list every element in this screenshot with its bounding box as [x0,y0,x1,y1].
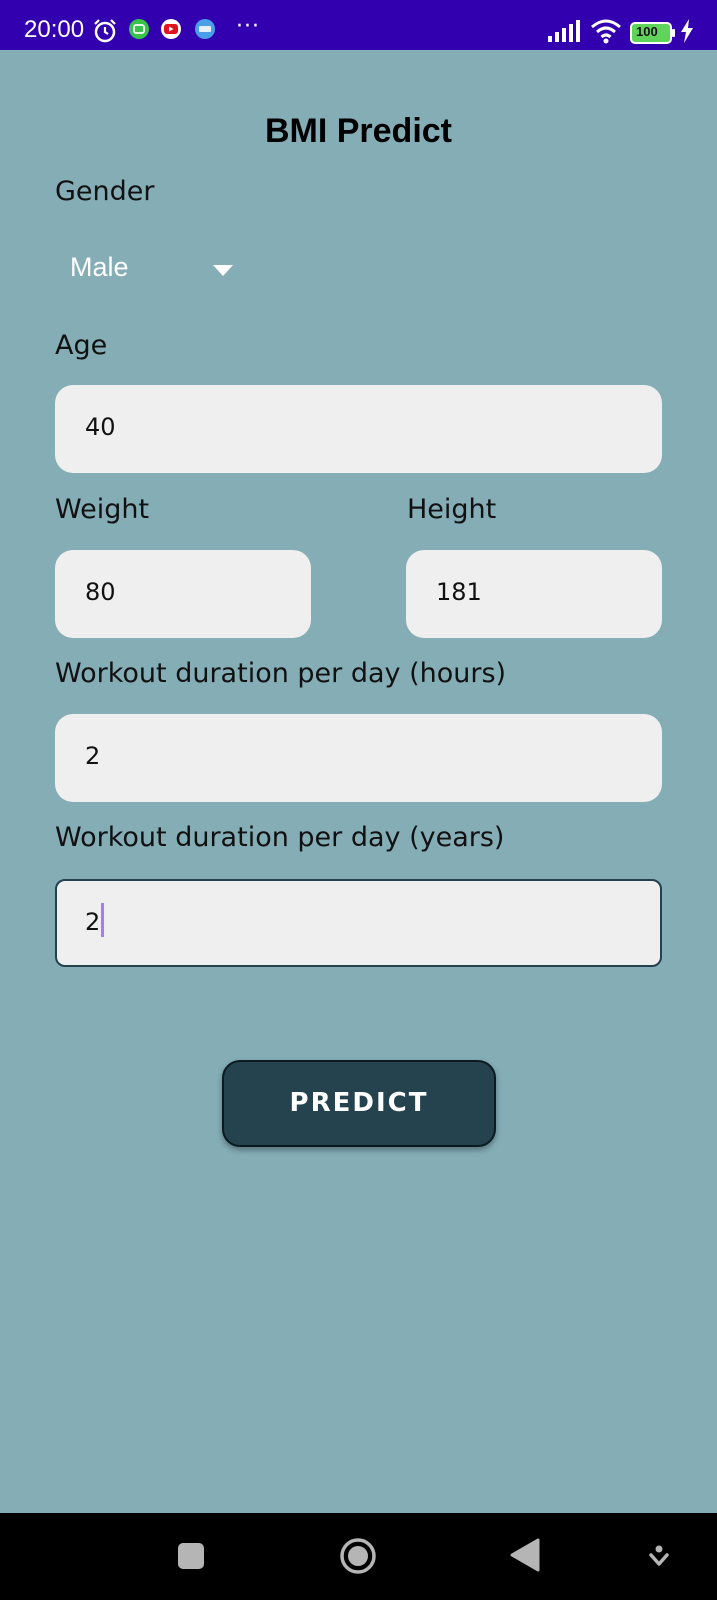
gender-dropdown[interactable]: Male [55,240,245,296]
wifi-icon [590,18,622,48]
workout-hours-value: 2 [85,742,101,770]
height-label: Height [407,494,497,525]
status-bar: 20:00 ··· 100 [0,0,717,50]
back-icon[interactable] [510,1538,540,1576]
youtube-icon [160,18,182,44]
age-input[interactable]: 40 [55,385,662,473]
chevron-down-icon [213,262,233,281]
navigation-bar [0,1513,717,1600]
height-value: 181 [436,578,482,606]
age-value: 40 [85,413,116,441]
weight-value: 80 [85,578,116,606]
workout-hours-input[interactable]: 2 [55,714,662,802]
home-icon[interactable] [339,1537,377,1579]
text-cursor [101,903,105,937]
nav-extra-icon[interactable] [649,1545,669,1571]
gender-label: Gender [55,176,155,207]
workout-years-label: Workout duration per day (years) [55,822,505,853]
app-notification-icon [128,18,150,44]
workout-years-value-wrap: 2 [85,903,105,937]
signal-icon [548,20,580,46]
gender-selected-value: Male [70,252,129,282]
alarm-icon [92,18,118,48]
workout-years-input[interactable]: 2 [55,879,662,967]
more-notifications-icon: ··· [236,14,260,39]
status-time: 20:00 [24,16,85,43]
page-title: BMI Predict [264,112,453,150]
workout-hours-label: Workout duration per day (hours) [55,658,507,689]
age-label: Age [55,330,108,361]
workout-years-value: 2 [85,908,101,936]
weight-label: Weight [55,494,150,525]
weight-input[interactable]: 80 [55,550,311,638]
battery-level: 100 [636,24,658,39]
charging-icon [680,19,694,47]
predict-button[interactable]: PREDICT [222,1060,496,1147]
height-input[interactable]: 181 [406,550,662,638]
recents-icon[interactable] [177,1542,205,1574]
noveltoon-icon [194,18,216,44]
